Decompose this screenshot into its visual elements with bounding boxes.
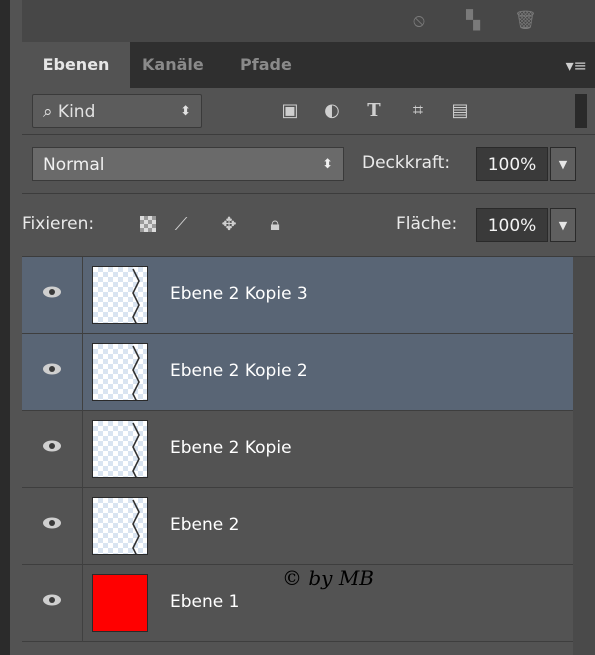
- squiggle-line: [132, 345, 140, 400]
- layer-name: Ebene 2: [170, 515, 240, 535]
- divider: [82, 334, 83, 411]
- filter-kind-select[interactable]: ⌕ Kind ⬍: [32, 94, 202, 128]
- layer-list: Ebene 2 Kopie 3 Ebene 2 Kopie 2 Ebene 2 …: [22, 257, 573, 655]
- no-entry-icon[interactable]: ⦸: [408, 10, 430, 32]
- filter-row: ⌕ Kind ⬍ ▣ ◐ T ⌗ ▤: [22, 88, 595, 135]
- trash-icon[interactable]: 🗑: [514, 10, 537, 32]
- lock-transparent-pixels-icon[interactable]: [140, 216, 156, 232]
- blend-mode-select[interactable]: Normal ⬍: [32, 147, 344, 181]
- layer-thumbnail[interactable]: [92, 497, 148, 555]
- layer-row[interactable]: Ebene 2 Kopie 3: [22, 257, 573, 334]
- text-filter-icon[interactable]: T: [362, 100, 386, 122]
- adjustment-filter-icon[interactable]: ◐: [320, 100, 344, 122]
- scrollbar-track[interactable]: [573, 257, 595, 655]
- fill-dropdown-button[interactable]: ▼: [550, 208, 576, 242]
- layer-row[interactable]: Ebene 2: [22, 488, 573, 565]
- tab-bar: Ebenen Kanäle Pfade ▾≡: [22, 42, 595, 88]
- layer-thumbnail[interactable]: [92, 420, 148, 478]
- layer-thumbnail[interactable]: [92, 574, 148, 632]
- lock-all-icon[interactable]: 🔒︎: [264, 214, 286, 236]
- shape-filter-icon[interactable]: ⌗: [406, 100, 430, 122]
- watermark-text: © by MB: [282, 566, 374, 590]
- select-arrows-icon: ⬍: [180, 104, 191, 119]
- eye-icon: [43, 594, 61, 606]
- filter-toggle-switch[interactable]: [575, 94, 587, 128]
- divider: [82, 411, 83, 488]
- opacity-input[interactable]: 100%: [476, 147, 548, 181]
- lock-label: Fixieren:: [22, 214, 95, 234]
- layers-panel: ⦸ ▚ 🗑 Ebenen Kanäle Pfade ▾≡ ⌕ Kind ⬍ ▣ …: [0, 0, 595, 655]
- image-filter-icon[interactable]: ▣: [278, 100, 302, 122]
- blend-mode-value: Normal: [43, 155, 105, 175]
- layer-thumbnail[interactable]: [92, 266, 148, 324]
- lock-position-icon[interactable]: ✥: [218, 214, 240, 236]
- squiggle-line: [132, 268, 140, 323]
- eye-icon: [43, 440, 61, 452]
- visibility-toggle[interactable]: [22, 411, 82, 488]
- left-dock-bar: [0, 0, 10, 655]
- layer-name: Ebene 2 Kopie 3: [170, 284, 308, 304]
- smartobject-filter-icon[interactable]: ▤: [448, 100, 472, 122]
- eye-icon: [43, 363, 61, 375]
- lock-row: Fixieren: ⟋ ✥ 🔒︎ Fläche: 100% ▼: [22, 194, 595, 257]
- visibility-toggle[interactable]: [22, 565, 82, 642]
- fill-label: Fläche:: [396, 214, 458, 234]
- layer-thumbnail[interactable]: [92, 343, 148, 401]
- layer-row[interactable]: Ebene 2 Kopie 2: [22, 334, 573, 411]
- fill-input[interactable]: 100%: [476, 208, 548, 242]
- layer-name: Ebene 2 Kopie 2: [170, 361, 308, 381]
- layer-row[interactable]: Ebene 2 Kopie: [22, 411, 573, 488]
- eye-icon: [43, 286, 61, 298]
- filter-kind-label: ⌕ Kind: [43, 102, 96, 122]
- divider: [82, 565, 83, 642]
- layer-new-icon[interactable]: ▚: [462, 10, 484, 32]
- squiggle-line: [132, 422, 140, 477]
- divider: [82, 488, 83, 565]
- layer-name: Ebene 1: [170, 592, 240, 612]
- panel-top-toolbar: ⦸ ▚ 🗑: [22, 0, 595, 42]
- visibility-toggle[interactable]: [22, 488, 82, 565]
- select-arrows-icon: ⬍: [322, 157, 333, 172]
- tab-ebenen[interactable]: Ebenen: [22, 42, 130, 88]
- lock-image-pixels-icon[interactable]: ⟋: [170, 214, 192, 236]
- tab-pfade[interactable]: Pfade: [240, 42, 292, 88]
- visibility-toggle[interactable]: [22, 334, 82, 411]
- panel-menu-icon[interactable]: ▾≡: [566, 56, 587, 75]
- visibility-toggle[interactable]: [22, 257, 82, 334]
- opacity-label: Deckkraft:: [362, 153, 451, 173]
- layer-name: Ebene 2 Kopie: [170, 438, 292, 458]
- squiggle-line: [132, 499, 140, 554]
- opacity-dropdown-button[interactable]: ▼: [550, 147, 576, 181]
- blend-row: Normal ⬍ Deckkraft: 100% ▼: [22, 135, 595, 194]
- eye-icon: [43, 517, 61, 529]
- tab-kanaele[interactable]: Kanäle: [142, 42, 204, 88]
- divider: [82, 257, 83, 334]
